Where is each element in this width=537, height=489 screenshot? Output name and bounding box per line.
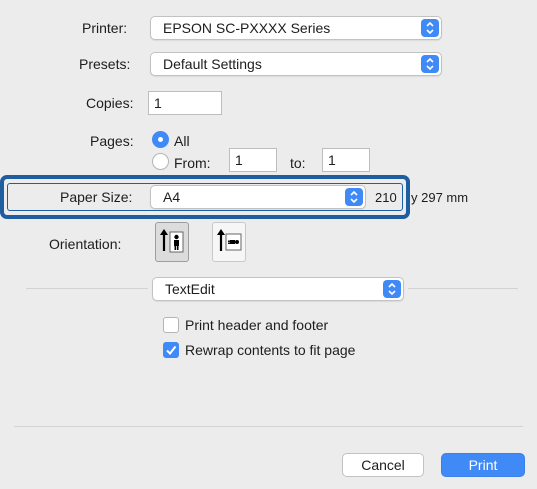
orientation-label: Orientation: [49,236,122,252]
pages-to-field[interactable]: 1 [322,148,370,172]
pages-label: Pages: [90,133,134,149]
checkmark-icon [166,345,177,356]
presets-label: Presets: [79,56,131,72]
printer-value: EPSON SC-PXXXX Series [163,20,331,36]
pages-to-label: to: [290,155,306,171]
printer-label: Printer: [82,20,128,36]
up-down-arrows-icon [383,280,401,298]
pages-all-label: All [174,133,190,149]
print-header-footer-checkbox[interactable] [163,317,179,333]
orientation-landscape-button[interactable] [212,222,246,262]
separator-left [26,288,148,289]
rewrap-contents-label: Rewrap contents to fit page [185,342,356,358]
pages-from-label: From: [174,155,211,171]
separator-right [408,288,518,289]
pages-all-radio[interactable] [152,131,169,148]
copies-field[interactable]: 1 [148,91,222,115]
landscape-orientation-icon [217,229,242,251]
paper-size-dims-2: y 297 mm [411,190,469,205]
bottom-separator [14,426,523,427]
print-header-footer-label: Print header and footer [185,317,329,333]
cancel-button[interactable]: Cancel [342,453,424,477]
paper-size-inner-outline [7,183,403,211]
orientation-portrait-button[interactable] [155,222,189,262]
app-options-popup[interactable]: TextEdit [152,277,404,301]
portrait-orientation-icon [160,229,184,253]
print-button[interactable]: Print [441,453,525,477]
app-options-value: TextEdit [165,281,215,297]
copies-label: Copies: [86,95,134,111]
presets-value: Default Settings [163,56,262,72]
presets-popup[interactable]: Default Settings [150,52,442,76]
print-dialog: Printer: EPSON SC-PXXXX Series Presets: … [0,0,537,489]
up-down-arrows-icon [421,55,439,73]
pages-from-field[interactable]: 1 [229,148,277,172]
rewrap-contents-checkbox[interactable] [163,342,179,358]
printer-popup[interactable]: EPSON SC-PXXXX Series [150,16,442,40]
copies-value: 1 [154,95,162,111]
up-down-arrows-icon [421,19,439,37]
pages-to-value: 1 [328,152,336,168]
pages-from-value: 1 [235,152,243,168]
pages-from-radio[interactable] [152,153,169,170]
